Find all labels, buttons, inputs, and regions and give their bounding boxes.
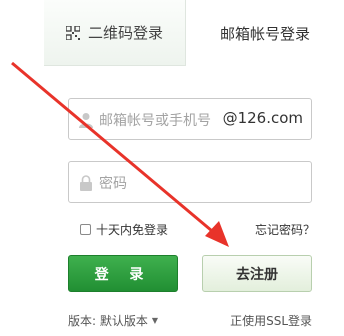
login-panel: 二维码登录 邮箱帐号登录 邮箱帐号或手机号 @126.com 密码 十天内免登录 [44, 0, 344, 336]
password-field[interactable]: 密码 [68, 161, 312, 203]
qr-code-icon [65, 25, 80, 40]
forgot-password-link[interactable]: 忘记密码？ [255, 221, 315, 238]
password-placeholder: 密码 [99, 176, 127, 192]
ssl-login-link[interactable]: 正使用SSL登录 [230, 312, 312, 329]
register-button[interactable]: 去注册 [202, 255, 312, 292]
lock-icon [80, 175, 92, 191]
email-field[interactable]: 邮箱帐号或手机号 @126.com [68, 98, 312, 140]
remember-me-checkbox[interactable] [80, 224, 91, 235]
tab-email-label: 邮箱帐号登录 [219, 24, 310, 43]
remember-me-option[interactable]: 十天内免登录 [80, 221, 168, 238]
remember-me-label: 十天内免登录 [96, 223, 169, 237]
login-widget: 二维码登录 邮箱帐号登录 邮箱帐号或手机号 @126.com 密码 十天内免登录 [0, 0, 344, 336]
login-tabs: 二维码登录 邮箱帐号登录 [44, 0, 344, 66]
version-label: 版本: 默认版本 [68, 314, 148, 328]
email-placeholder: 邮箱帐号或手机号 [99, 113, 211, 129]
tab-email-login[interactable]: 邮箱帐号登录 [186, 0, 344, 66]
tab-qr-label: 二维码登录 [87, 24, 163, 42]
email-domain-suffix: @126.com [222, 109, 303, 127]
chevron-down-icon: ▼ [151, 316, 159, 325]
version-selector[interactable]: 版本: 默认版本 ▼ [68, 312, 158, 329]
tab-qr-login[interactable]: 二维码登录 [44, 0, 186, 66]
user-icon [79, 113, 93, 128]
login-button[interactable]: 登 录 [68, 255, 178, 292]
